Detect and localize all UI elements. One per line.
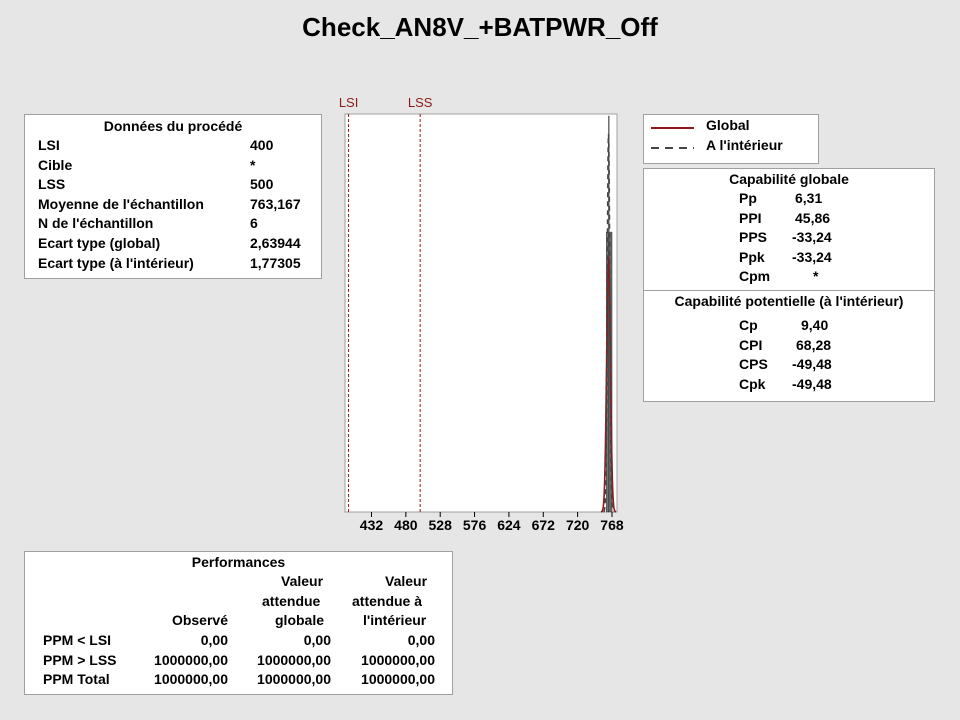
x-tick-label: 720 bbox=[566, 517, 590, 533]
x-tick-label: 528 bbox=[429, 517, 453, 533]
x-tick-label: 768 bbox=[600, 517, 624, 533]
x-tick-label: 576 bbox=[463, 517, 487, 533]
x-tick-label: 672 bbox=[532, 517, 556, 533]
spec-label-lss: LSS bbox=[408, 95, 433, 110]
x-axis: 432 480 528 576 624 672 720 768 bbox=[360, 512, 624, 533]
capability-histogram: LSI LSS 432 480 528 576 624 672 720 768 bbox=[339, 95, 624, 533]
x-tick-label: 480 bbox=[394, 517, 418, 533]
spec-label-lsi: LSI bbox=[339, 95, 359, 110]
x-tick-label: 432 bbox=[360, 517, 384, 533]
plot-area bbox=[344, 113, 618, 513]
x-tick-label: 624 bbox=[497, 517, 521, 533]
